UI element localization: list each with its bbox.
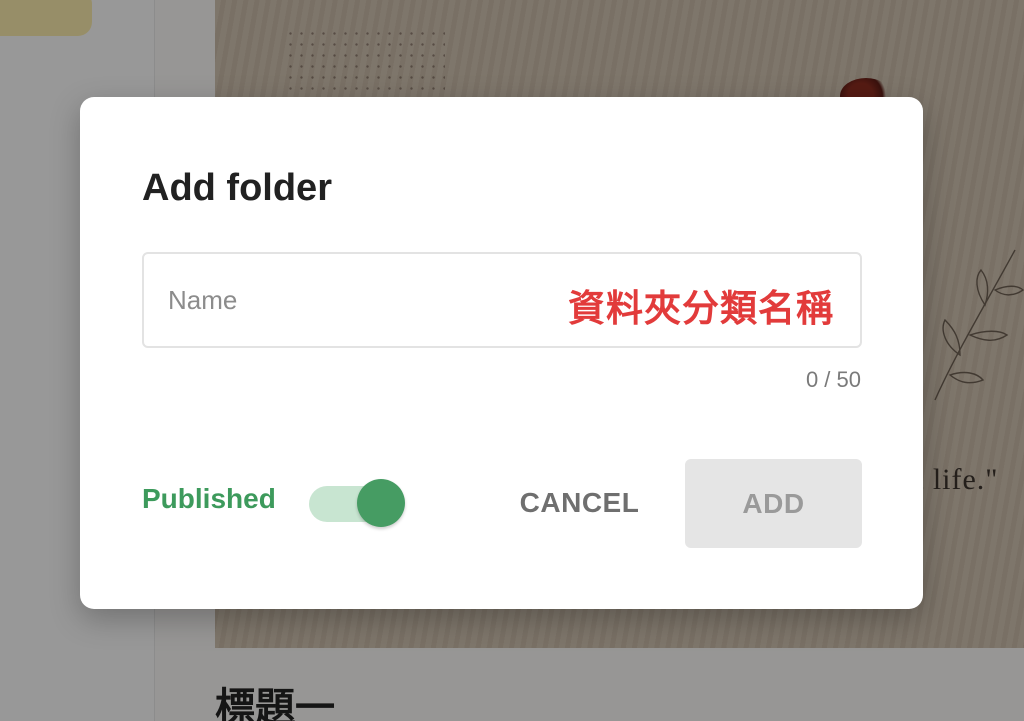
character-counter: 0 / 50 [805, 367, 861, 392]
published-label: Published [142, 483, 276, 514]
published-toggle[interactable] [309, 477, 405, 529]
toggle-thumb [357, 479, 405, 527]
add-folder-dialog: Add folder 資料夾分類名稱 0 / 50 Published CANC… [80, 97, 923, 609]
name-input[interactable] [168, 254, 828, 346]
cancel-button[interactable]: CANCEL [492, 459, 667, 547]
dialog-title: Add folder [142, 167, 332, 209]
name-field[interactable]: 資料夾分類名稱 [142, 252, 862, 348]
add-button[interactable]: ADD [685, 459, 862, 548]
